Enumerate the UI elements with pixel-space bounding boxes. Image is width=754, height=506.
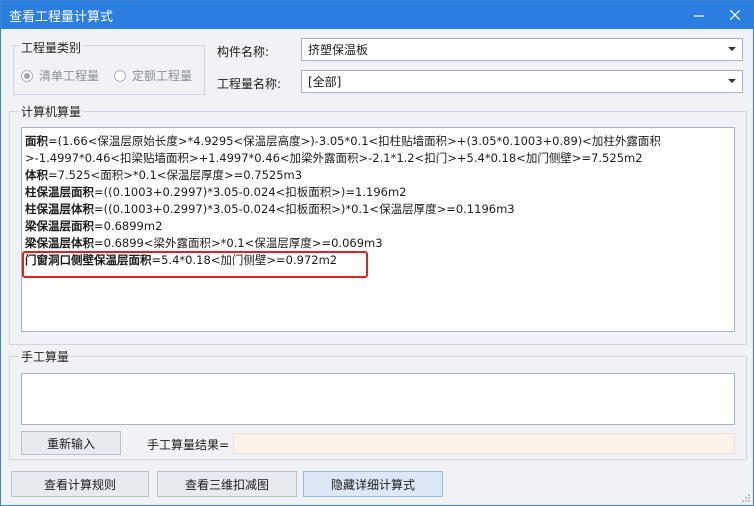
calc-formula-dialog: 查看工程量计算式 工程量类别 清单工程量 定额工程量 构件名称: 挤塑保温板 工… [0,0,754,506]
manual-calc-input[interactable] [21,373,735,425]
radio-selected-icon [21,69,33,82]
highlight-box [22,251,368,278]
component-label: 构件名称: [217,45,270,59]
category-legend: 工程量类别 [19,39,84,56]
chevron-down-icon [728,47,736,51]
calc-line: 体积=7.525<面积>*0.1<保温层厚度>=0.7525m3 [25,168,303,182]
calc-lines: 面积=(1.66<保温层原始长度>*4.9295<保温层高度>)-3.05*0.… [25,133,735,269]
manual-result-field [233,433,735,454]
computer-calc-legend: 计算机算量 [19,103,84,120]
minimize-icon [694,15,704,17]
manual-result-label: 手工算量结果= [147,438,230,452]
close-button[interactable] [717,1,753,29]
calc-line: 柱保温层体积=((0.1003+0.2997)*3.05-0.024<扣板面积>… [25,202,515,216]
chevron-down-icon [728,79,736,83]
view-rules-button[interactable]: 查看计算规则 [11,471,149,497]
title-bar: 查看工程量计算式 [1,1,753,29]
calc-line: 梁保温层体积=0.6899<梁外露面积>*0.1<保温层厚度>=0.069m3 [25,236,383,250]
calc-line: 梁保温层面积=0.6899m2 [25,219,163,233]
calc-line: 柱保温层面积=((0.1003+0.2997)*3.05-0.024<扣板面积>… [25,185,407,199]
hide-detail-button[interactable]: 隐藏详细计算式 [303,471,443,497]
window-title: 查看工程量计算式 [9,9,114,25]
resize-grip-icon[interactable] [741,493,751,503]
calc-line: 面积=(1.66<保温层原始长度>*4.9295<保温层高度>)-3.05*0.… [25,134,661,165]
reinput-button[interactable]: 重新输入 [21,431,121,455]
radio-quota-quantity[interactable]: 定额工程量 [114,67,192,84]
view-3d-deduction-button[interactable]: 查看三维扣减图 [157,471,297,497]
component-select[interactable]: 挤塑保温板 [301,38,743,61]
quantity-label: 工程量名称: [217,77,282,91]
quantity-select[interactable]: [全部] [301,70,743,93]
close-icon [730,10,740,20]
radio-unselected-icon [114,69,126,82]
radio-bill-quantity[interactable]: 清单工程量 [21,67,99,84]
minimize-button[interactable] [681,1,717,29]
manual-calc-legend: 手工算量 [19,348,72,365]
